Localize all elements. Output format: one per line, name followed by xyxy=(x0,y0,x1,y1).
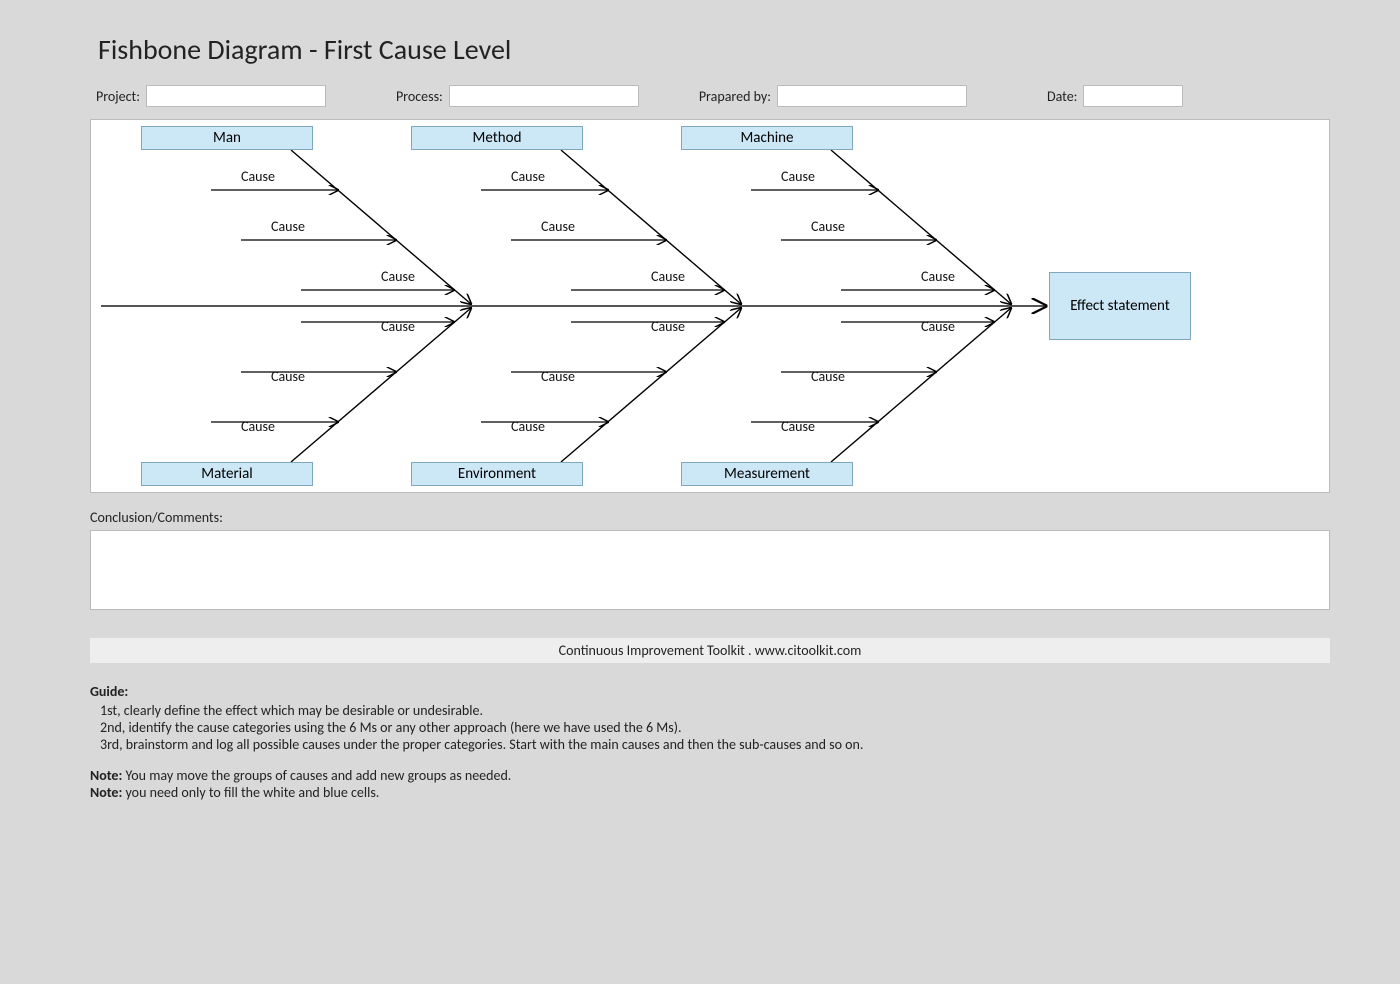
cause-label: Cause xyxy=(781,168,815,185)
cause-label: Cause xyxy=(241,168,275,185)
footer-bar: Continuous Improvement Toolkit . www.cit… xyxy=(90,638,1330,663)
cause-label: Cause xyxy=(811,368,845,385)
cause-label: Cause xyxy=(541,218,575,235)
form-row: Project: Process: Prapared by: Date: xyxy=(90,85,1330,107)
conclusion-label: Conclusion/Comments: xyxy=(90,509,1330,526)
prepared-by-label: Prapared by: xyxy=(693,88,771,105)
cause-label: Cause xyxy=(921,318,955,335)
guide-step: 2nd, identify the cause categories using… xyxy=(100,719,1330,736)
cause-label: Cause xyxy=(511,168,545,185)
cause-label: Cause xyxy=(271,368,305,385)
cause-label: Cause xyxy=(651,318,685,335)
cause-label: Cause xyxy=(381,318,415,335)
page-title: Fishbone Diagram - First Cause Level xyxy=(90,30,1330,69)
notes-section: Note: You may move the groups of causes … xyxy=(90,767,1330,801)
category-measurement[interactable]: Measurement xyxy=(681,462,853,486)
cause-label: Cause xyxy=(781,418,815,435)
cause-label: Cause xyxy=(271,218,305,235)
date-input[interactable] xyxy=(1083,85,1183,107)
project-label: Project: xyxy=(90,88,140,105)
worksheet: Fishbone Diagram - First Cause Level Pro… xyxy=(30,0,1370,841)
category-material[interactable]: Material xyxy=(141,462,313,486)
category-environment[interactable]: Environment xyxy=(411,462,583,486)
fishbone-diagram: Man Method Machine Material Environment … xyxy=(90,119,1330,493)
category-method[interactable]: Method xyxy=(411,126,583,150)
category-man[interactable]: Man xyxy=(141,126,313,150)
category-machine[interactable]: Machine xyxy=(681,126,853,150)
cause-label: Cause xyxy=(541,368,575,385)
cause-label: Cause xyxy=(511,418,545,435)
guide-heading: Guide: xyxy=(90,683,1330,700)
note-line: Note: you need only to fill the white an… xyxy=(90,784,1330,801)
cause-label: Cause xyxy=(381,268,415,285)
effect-statement[interactable]: Effect statement xyxy=(1049,272,1191,340)
guide-step: 3rd, brainstorm and log all possible cau… xyxy=(100,736,1330,753)
guide-step: 1st, clearly define the effect which may… xyxy=(100,702,1330,719)
date-label: Date: xyxy=(1041,88,1077,105)
project-input[interactable] xyxy=(146,85,326,107)
process-label: Process: xyxy=(390,88,443,105)
cause-label: Cause xyxy=(651,268,685,285)
process-input[interactable] xyxy=(449,85,639,107)
guide-section: Guide: 1st, clearly define the effect wh… xyxy=(90,683,1330,753)
cause-label: Cause xyxy=(921,268,955,285)
cause-label: Cause xyxy=(241,418,275,435)
cause-label: Cause xyxy=(811,218,845,235)
conclusion-box[interactable] xyxy=(90,530,1330,610)
prepared-by-input[interactable] xyxy=(777,85,967,107)
note-line: Note: You may move the groups of causes … xyxy=(90,767,1330,784)
